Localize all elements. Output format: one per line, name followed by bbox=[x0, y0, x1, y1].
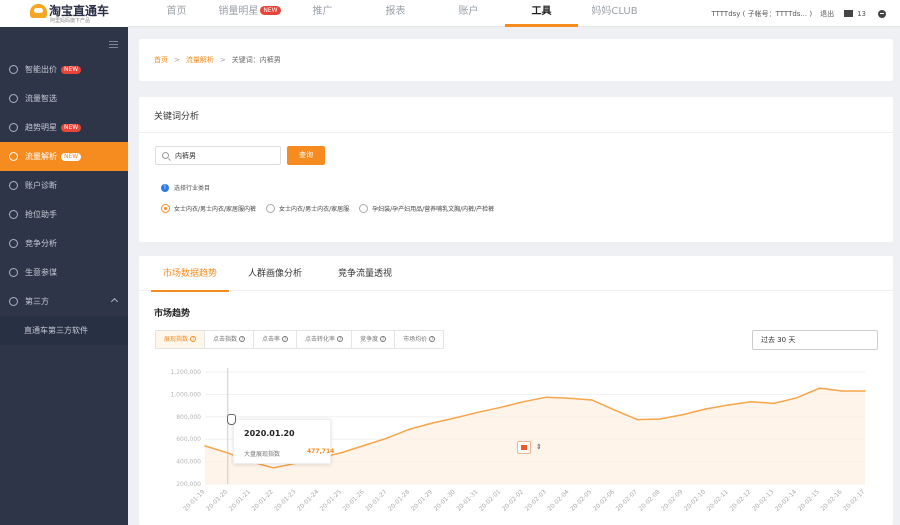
x-tick-label: 20-02-16 bbox=[819, 488, 843, 512]
tooltip-value: 477,714 bbox=[307, 448, 335, 455]
x-tick-label: 20-02-08 bbox=[637, 488, 661, 512]
x-tick-label: 20-01-23 bbox=[273, 488, 297, 512]
y-tick-label: 800,000 bbox=[176, 414, 201, 421]
x-tick-label: 20-02-14 bbox=[774, 488, 798, 512]
data-point bbox=[522, 400, 525, 403]
tooltip-label: 大盘展现指数 bbox=[244, 451, 281, 458]
data-point bbox=[682, 413, 684, 416]
x-tick-label: 20-02-01 bbox=[478, 488, 502, 512]
x-tick-label: 20-01-24 bbox=[296, 488, 320, 512]
x-tick-label: 20-02-09 bbox=[660, 488, 684, 512]
x-tick-label: 20-01-30 bbox=[433, 488, 457, 512]
data-point bbox=[204, 445, 206, 447]
market-trend-chart: 1,200,000 1,000,000 800,000 600,000 400,000 2… bbox=[170, 368, 867, 513]
chart-tooltip: 2020.01.20 大盘展现指数 477,714 bbox=[233, 419, 335, 464]
x-tick-label: 20-02-15 bbox=[797, 488, 821, 512]
data-point bbox=[727, 404, 730, 406]
x-tick-label: 20-01-29 bbox=[410, 488, 434, 512]
data-point bbox=[704, 408, 707, 410]
data-point bbox=[750, 400, 753, 403]
data-point bbox=[659, 418, 661, 420]
x-tick-label: 20-01-19 bbox=[182, 488, 206, 512]
x-tick-label: 20-02-05 bbox=[569, 488, 593, 512]
y-tick-label: 200,000 bbox=[176, 481, 201, 488]
tooltip-date: 2020.01.20 bbox=[244, 429, 295, 438]
y-tick-label: 600,000 bbox=[176, 436, 201, 443]
x-tick-label: 20-02-11 bbox=[706, 488, 730, 512]
x-tick-label: 20-02-10 bbox=[683, 488, 707, 512]
data-point bbox=[795, 396, 798, 399]
x-tick-label: 20-01-27 bbox=[364, 488, 388, 512]
data-point bbox=[226, 452, 229, 454]
data-point bbox=[272, 466, 275, 469]
x-tick-label: 20-02-17 bbox=[842, 488, 866, 512]
x-tick-label: 20-02-04 bbox=[546, 488, 570, 512]
mouse-cursor-icon bbox=[227, 414, 236, 425]
y-tick-label: 1,200,000 bbox=[170, 369, 201, 376]
data-point bbox=[818, 387, 821, 390]
data-point bbox=[545, 396, 548, 399]
x-tick-label: 20-02-06 bbox=[592, 488, 616, 512]
data-point bbox=[386, 437, 388, 439]
data-point bbox=[363, 444, 366, 447]
chart-toolbox-icon[interactable] bbox=[517, 441, 531, 454]
data-point bbox=[431, 422, 434, 424]
data-point bbox=[773, 402, 775, 405]
x-tick-label: 20-01-28 bbox=[387, 488, 411, 512]
data-point bbox=[613, 409, 616, 411]
chart-dropdown-icon[interactable]: ⇕ bbox=[536, 443, 542, 451]
x-tick-label: 20-02-02 bbox=[501, 488, 525, 512]
data-point bbox=[409, 428, 411, 430]
x-tick-label: 20-02-12 bbox=[728, 488, 752, 512]
data-point bbox=[454, 417, 457, 419]
data-point bbox=[477, 411, 479, 414]
x-tick-label: 20-01-25 bbox=[319, 488, 343, 512]
data-point bbox=[568, 397, 570, 400]
x-tick-label: 20-01-26 bbox=[342, 488, 366, 512]
data-point bbox=[591, 399, 593, 401]
data-point bbox=[500, 406, 502, 409]
data-point bbox=[841, 390, 844, 392]
y-tick-label: 1,000,000 bbox=[170, 391, 201, 398]
x-tick-label: 20-01-20 bbox=[205, 488, 229, 512]
x-tick-label: 20-01-31 bbox=[455, 488, 479, 512]
x-tick-label: 20-01-22 bbox=[250, 488, 274, 512]
x-tick-label: 20-01-21 bbox=[228, 488, 252, 512]
x-tick-label: 20-02-07 bbox=[615, 488, 639, 512]
data-point bbox=[636, 418, 639, 421]
data-point bbox=[864, 390, 866, 392]
x-tick-label: 20-02-03 bbox=[524, 488, 548, 512]
y-tick-label: 400,000 bbox=[176, 459, 201, 466]
x-tick-label: 20-02-13 bbox=[751, 488, 775, 512]
data-point bbox=[340, 451, 343, 454]
